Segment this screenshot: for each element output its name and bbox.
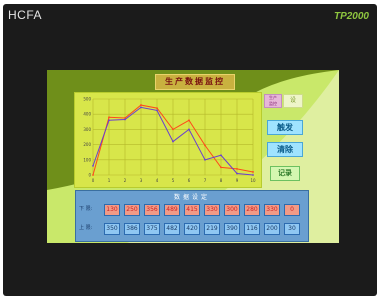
upper-limit-cell[interactable]: 219: [204, 223, 220, 235]
series-2-point: [252, 174, 254, 176]
series-2-point: [140, 106, 142, 109]
model-logo: TP2000: [333, 11, 369, 22]
lower-limit-cell[interactable]: 356: [144, 204, 160, 216]
upper-limit-cell[interactable]: 200: [264, 223, 280, 235]
series-2-point: [220, 154, 222, 157]
set-button[interactable]: 设: [283, 94, 303, 108]
series-1-point: [92, 174, 94, 176]
series-2-point: [108, 119, 110, 122]
series-1-point: [140, 104, 142, 106]
x-tick-label: 1: [108, 178, 111, 183]
upper-limit-cell[interactable]: 30: [284, 223, 300, 235]
chart-svg: 0 1 2 3 4 5 6 7 8 9 100100200300400500: [83, 97, 256, 184]
screen-title: 生产数据监控: [155, 74, 235, 90]
lower-limit-cell[interactable]: 330: [264, 204, 280, 216]
screen-chip[interactable]: 生产 监控: [264, 94, 282, 108]
upper-limit-cell[interactable]: 420: [184, 223, 200, 235]
lower-limit-cell[interactable]: 300: [224, 204, 240, 216]
series-1-point: [156, 107, 158, 110]
lower-limit-cell[interactable]: 330: [204, 204, 220, 216]
hmi-screen: 生产数据监控 0 1 2 3 4 5 6 7 8 9 10 0 100 200 300 400 500 生产 监…: [47, 70, 339, 243]
clear-button[interactable]: 清除: [267, 142, 303, 157]
upper-limit-cell[interactable]: 390: [224, 223, 240, 235]
y-tick-label: 500: [83, 97, 91, 102]
series-2-point: [92, 164, 94, 167]
chip-label-bottom: 监控: [269, 101, 277, 106]
series-2-point: [188, 128, 190, 131]
lower-limit-cell[interactable]: 250: [124, 204, 140, 216]
lower-limit-cell[interactable]: 130: [104, 204, 120, 216]
x-tick-label: 4: [156, 178, 159, 183]
y-tick-label: 200: [83, 142, 91, 147]
x-tick-label: 10: [250, 178, 256, 183]
row1-label: 下 限:: [79, 206, 93, 212]
y-tick-label: 300: [83, 127, 91, 132]
x-tick-label: 2: [124, 178, 127, 183]
series-1-point: [252, 171, 254, 173]
series-2-point: [172, 140, 174, 143]
series-2-point: [156, 109, 158, 112]
x-tick-label: 7: [204, 178, 207, 183]
upper-limit-cell[interactable]: 116: [244, 223, 260, 235]
x-tick-label: 6: [188, 178, 191, 183]
series-1-point: [204, 144, 206, 147]
x-tick-label: 3: [140, 178, 143, 183]
y-tick-label: 400: [83, 112, 91, 117]
upper-limit-cell[interactable]: 350: [104, 223, 120, 235]
series-2-point: [124, 118, 126, 121]
series-1-point: [172, 128, 174, 131]
series-1-point: [188, 119, 190, 122]
x-tick-label: 5: [172, 178, 175, 183]
brand-logo: HCFA: [8, 8, 43, 22]
series-1-point: [108, 116, 110, 119]
panel-title: 数据设定: [173, 194, 210, 201]
line-chart: 0 1 2 3 4 5 6 7 8 9 10 0 100 200 300 400 500: [74, 92, 262, 188]
lower-limit-cell[interactable]: 489: [164, 204, 180, 216]
series-2-point: [236, 172, 238, 175]
lower-limit-cell[interactable]: 0: [284, 204, 300, 216]
record-button[interactable]: 记录: [270, 166, 300, 181]
data-settings-panel: 数据设定 下 限: 上 限: 130 250 356 489 415 330 300 280 3…: [75, 190, 309, 242]
x-tick-label: 0: [92, 178, 95, 183]
x-tick-label: 8: [220, 178, 223, 183]
y-tick-label: 100: [83, 157, 91, 162]
upper-limit-cell[interactable]: 375: [144, 223, 160, 235]
series-2-point: [204, 158, 206, 161]
series-1-point: [220, 166, 222, 169]
series-1-point: [236, 168, 238, 170]
y-tick-label: 0: [88, 173, 91, 178]
lower-limit-cell[interactable]: 280: [244, 204, 260, 216]
trigger-button[interactable]: 触发: [267, 120, 303, 135]
upper-limit-cell[interactable]: 482: [164, 223, 180, 235]
upper-limit-cell[interactable]: 386: [124, 223, 140, 235]
lower-limit-cell[interactable]: 415: [184, 204, 200, 216]
x-tick-label: 9: [236, 178, 239, 183]
device-bezel: HCFA TP2000 生产数据监控 0 1 2 3 4 5 6 7 8 9 10 0 100 200 30…: [0, 0, 379, 299]
row2-label: 上 限:: [79, 225, 93, 231]
